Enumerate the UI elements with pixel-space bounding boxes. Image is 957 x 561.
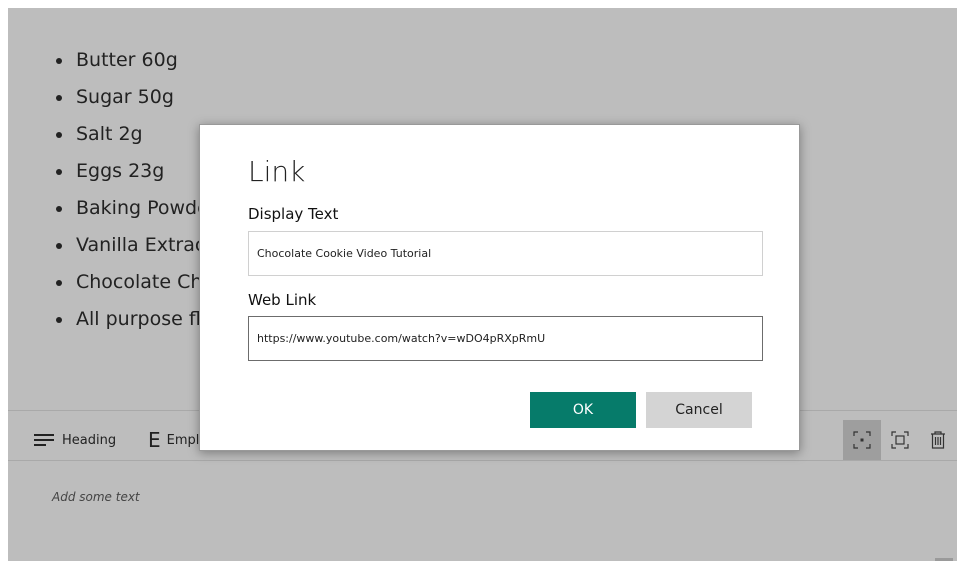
toolbar-right-group: [843, 420, 957, 460]
emphasis-label: Empl: [166, 432, 200, 448]
heading-label: Heading: [62, 432, 117, 448]
list-item: Eggs 23g: [52, 153, 209, 190]
emphasis-button[interactable]: E Empl: [148, 420, 199, 460]
list-item: Butter 60g: [52, 42, 209, 79]
ok-button[interactable]: OK: [530, 392, 636, 428]
focus-frame-icon: [891, 431, 909, 449]
delete-button[interactable]: [919, 420, 957, 460]
focus-center-icon: [853, 431, 871, 449]
list-item: Baking Powde: [52, 190, 209, 227]
focus-center-button[interactable]: [843, 420, 881, 460]
dialog-title: Link: [248, 155, 306, 188]
text-placeholder[interactable]: Add some text: [52, 490, 140, 504]
list-item: Vanilla Extrac: [52, 227, 209, 264]
list-item: Chocolate Ch: [52, 264, 209, 301]
list-item: Salt 2g: [52, 116, 209, 153]
list-item: All purpose fl: [52, 301, 209, 338]
list-item: Sugar 50g: [52, 79, 209, 116]
display-text-label: Display Text: [248, 205, 339, 223]
cancel-button[interactable]: Cancel: [646, 392, 752, 428]
heading-icon: [34, 433, 54, 447]
focus-frame-button[interactable]: [881, 420, 919, 460]
link-dialog: Link Display Text Web Link OK Cancel: [199, 124, 800, 451]
web-link-field[interactable]: [248, 316, 763, 361]
heading-button[interactable]: Heading: [34, 420, 116, 460]
emphasis-icon: E: [148, 428, 161, 452]
ingredient-list: Butter 60g Sugar 50g Salt 2g Eggs 23g Ba…: [52, 42, 209, 338]
web-link-label: Web Link: [248, 291, 317, 309]
display-text-field[interactable]: [248, 231, 763, 276]
trash-icon: [931, 431, 945, 449]
